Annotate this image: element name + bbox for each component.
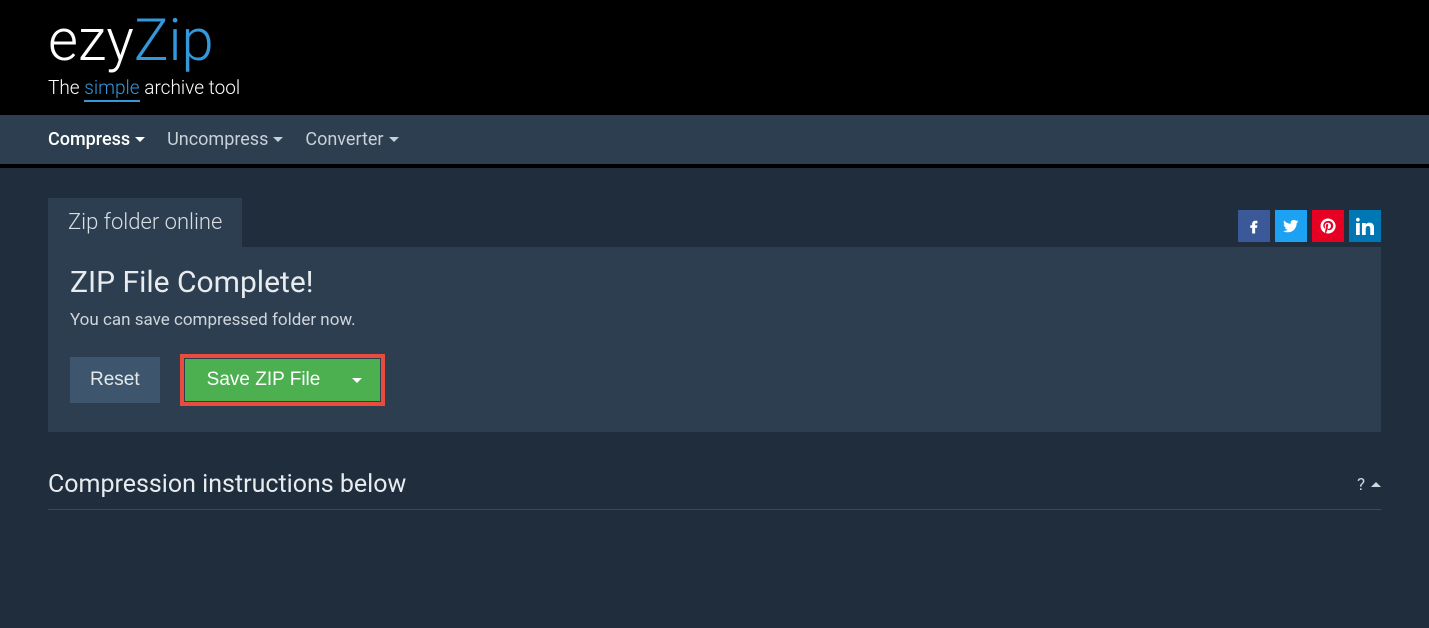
tagline-post: archive tool [140, 76, 241, 99]
logo-text-ezy: ezy [48, 12, 134, 70]
top-row: Zip folder online [48, 198, 1381, 247]
caret-down-icon [389, 137, 399, 142]
caret-down-icon [352, 378, 362, 383]
pinterest-icon [1319, 217, 1337, 235]
tagline-highlight: simple [84, 76, 139, 102]
instructions-heading: Compression instructions below [48, 470, 406, 499]
tab-label: Zip folder online [68, 210, 222, 235]
nav-uncompress[interactable]: Uncompress [167, 125, 283, 154]
nav-converter[interactable]: Converter [305, 125, 398, 154]
help-toggle[interactable]: ? [1357, 475, 1381, 495]
caret-down-icon [135, 137, 145, 142]
panel-heading: ZIP File Complete! [70, 265, 1359, 300]
tagline: The simple archive tool [48, 76, 1381, 99]
caret-up-icon [1371, 482, 1381, 487]
facebook-share-button[interactable] [1238, 210, 1270, 242]
nav-compress[interactable]: Compress [48, 125, 145, 154]
main-content: Zip folder online ZIP File Complete! You… [0, 168, 1429, 628]
reset-button[interactable]: Reset [70, 357, 160, 403]
navbar: Compress Uncompress Converter [0, 113, 1429, 168]
tagline-pre: The [48, 76, 84, 99]
status-panel: ZIP File Complete! You can save compress… [48, 247, 1381, 432]
logo-text-zip: Zip [134, 12, 214, 70]
save-button-highlight: Save ZIP File [180, 354, 386, 406]
panel-subtext: You can save compressed folder now. [70, 310, 1359, 330]
nav-converter-label: Converter [305, 129, 383, 150]
button-row: Reset Save ZIP File [70, 354, 1359, 406]
pinterest-share-button[interactable] [1312, 210, 1344, 242]
nav-compress-label: Compress [48, 129, 130, 150]
help-label: ? [1357, 475, 1365, 495]
linkedin-icon [1356, 217, 1374, 235]
save-zip-button[interactable]: Save ZIP File [185, 359, 381, 401]
linkedin-share-button[interactable] [1349, 210, 1381, 242]
twitter-icon [1282, 217, 1300, 235]
nav-uncompress-label: Uncompress [167, 129, 268, 150]
social-icons [1238, 210, 1381, 242]
twitter-share-button[interactable] [1275, 210, 1307, 242]
header: ezyZip The simple archive tool [0, 0, 1429, 113]
facebook-icon [1245, 217, 1263, 235]
caret-down-icon [273, 137, 283, 142]
logo[interactable]: ezyZip [48, 12, 1381, 70]
save-button-label: Save ZIP File [207, 369, 321, 391]
tab-zip-folder[interactable]: Zip folder online [48, 198, 242, 247]
instructions-row: Compression instructions below ? [48, 470, 1381, 510]
